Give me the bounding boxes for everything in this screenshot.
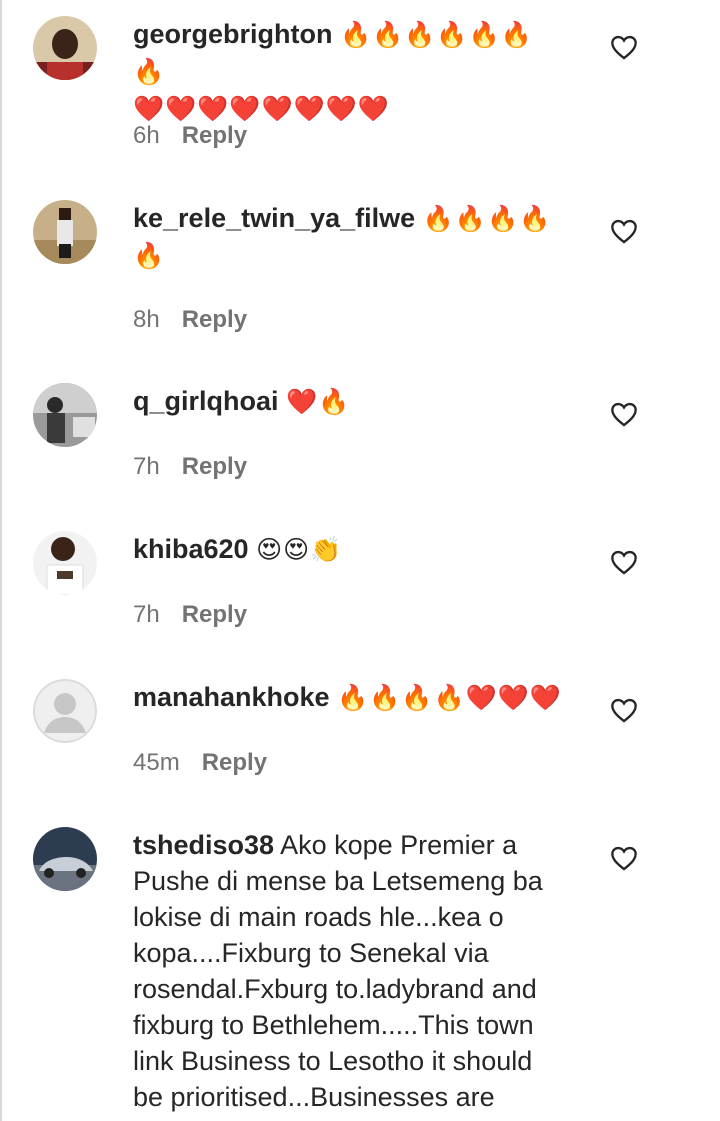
avatar[interactable] <box>33 383 97 447</box>
comment-username[interactable]: ke_rele_twin_ya_filwe <box>133 203 415 233</box>
reply-button[interactable]: Reply <box>202 749 267 777</box>
like-heart-icon[interactable] <box>610 218 638 244</box>
comment-body: ke_rele_twin_ya_filwe 🔥🔥🔥🔥 🔥 <box>133 200 563 274</box>
comment-time: 8h <box>133 306 160 333</box>
reply-button[interactable]: Reply <box>182 122 247 150</box>
avatar[interactable] <box>33 16 97 80</box>
avatar[interactable] <box>33 200 97 264</box>
comment-username[interactable]: manahankhoke <box>133 682 330 712</box>
comment-username[interactable]: q_girlqhoai <box>133 386 279 416</box>
comment-body: tshediso38 Ako kope Premier a Pushe di m… <box>133 827 563 1115</box>
comment-meta: 7h Reply <box>133 601 247 629</box>
comment-emoji: 😍😍👏 <box>256 535 343 564</box>
comment-time: 7h <box>133 453 160 480</box>
like-heart-icon[interactable] <box>610 549 638 575</box>
comment-time: 7h <box>133 601 160 628</box>
comment-meta: 45m Reply <box>133 749 267 777</box>
reply-button[interactable]: Reply <box>182 453 247 481</box>
like-heart-icon[interactable] <box>610 34 638 60</box>
comment-text: Ako kope Premier a Pushe di mense ba Let… <box>133 830 543 1112</box>
comment-body: khiba620 😍😍👏 <box>133 531 563 568</box>
comment-username[interactable]: georgebrighton <box>133 19 332 49</box>
comment-meta: 8h Reply <box>133 306 247 334</box>
like-heart-icon[interactable] <box>610 845 638 871</box>
reply-button[interactable]: Reply <box>182 306 247 334</box>
comment-meta: 7h Reply <box>133 453 247 481</box>
comment-body: manahankhoke 🔥🔥🔥🔥❤️❤️❤️ <box>133 679 563 716</box>
avatar[interactable] <box>33 531 97 595</box>
comment-emoji: 🔥🔥🔥🔥❤️❤️❤️ <box>337 683 562 712</box>
comment-emoji: 🔥 <box>133 241 166 270</box>
comment-body: q_girlqhoai ❤️🔥 <box>133 383 563 420</box>
comment-time: 45m <box>133 749 180 776</box>
reply-button[interactable]: Reply <box>182 601 247 629</box>
like-heart-icon[interactable] <box>610 401 638 427</box>
comment-time: 6h <box>133 122 160 149</box>
avatar[interactable] <box>33 827 97 891</box>
comment-username[interactable]: tshediso38 <box>133 830 274 860</box>
comment-username[interactable]: khiba620 <box>133 534 249 564</box>
left-edge-divider <box>0 0 2 1121</box>
comment-meta: 6h Reply <box>133 122 247 150</box>
default-avatar-icon[interactable] <box>33 679 97 743</box>
comment-body: georgebrighton 🔥🔥🔥🔥🔥🔥🔥 ❤️❤️❤️❤️❤️❤️❤️❤️ <box>133 16 563 127</box>
comment-emoji: ❤️❤️❤️❤️❤️❤️❤️❤️ <box>133 94 391 123</box>
like-heart-icon[interactable] <box>610 697 638 723</box>
comment-emoji: ❤️🔥 <box>286 387 351 416</box>
comment-emoji: 🔥🔥🔥🔥 <box>422 204 552 233</box>
